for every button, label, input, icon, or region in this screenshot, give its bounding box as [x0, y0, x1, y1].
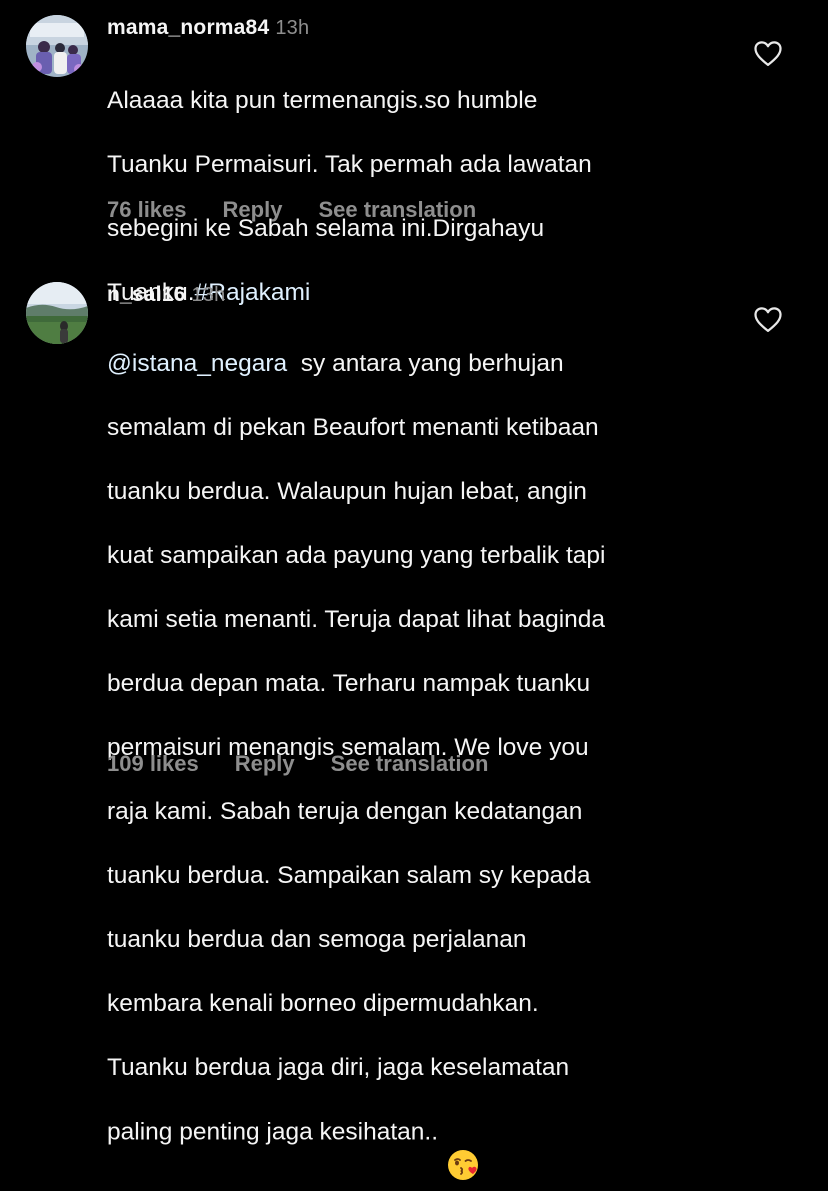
username-text[interactable]: mama_norma84: [107, 16, 269, 39]
mention-link[interactable]: @istana_negara: [107, 350, 287, 377]
comment-line: raja kami. Sabah teruja dengan kedatanga…: [107, 798, 583, 825]
kiss-emoji-icon: [446, 1116, 480, 1180]
comment-line: tuanku berdua. Walaupun hujan lebat, ang…: [107, 478, 587, 505]
comment-username[interactable]: n_sal16 13h: [107, 283, 225, 307]
comment-username[interactable]: mama_norma84 13h: [107, 16, 309, 40]
comment-line: Tuanku Permaisuri. Tak permah ada lawata…: [107, 151, 592, 178]
comment-line-text: sy antara yang berhujan: [287, 350, 564, 377]
comment-line: berdua depan mata. Terharu nampak tuanku: [107, 670, 591, 697]
comment-line: kembara kenali borneo dipermudahkan.: [107, 990, 539, 1017]
avatar[interactable]: [26, 15, 88, 77]
comment-actions: 76 likes Reply See translation: [107, 197, 476, 223]
like-heart-icon[interactable]: [753, 39, 783, 67]
likes-count[interactable]: 109 likes: [107, 751, 199, 777]
comment-line: Alaaaa kita pun termenangis.so humble: [107, 87, 538, 114]
comment-text: @istana_negara sy antara yang berhujan s…: [107, 316, 747, 1182]
see-translation-button[interactable]: See translation: [318, 197, 476, 223]
reply-button[interactable]: Reply: [223, 197, 283, 223]
comment-timestamp: 13h: [275, 17, 310, 39]
reply-button[interactable]: Reply: [235, 751, 295, 777]
comment-timestamp: 13h: [191, 284, 226, 306]
comment-line-text: paling penting jaga kesihatan..: [107, 1118, 439, 1146]
comment-line: kuat sampaikan ada payung yang terbalik …: [107, 542, 606, 569]
comment-line: paling penting jaga kesihatan..: [107, 1116, 747, 1180]
likes-count[interactable]: 76 likes: [107, 197, 187, 223]
comment-line: Tuanku berdua jaga diri, jaga keselamata…: [107, 1054, 570, 1081]
avatar[interactable]: [26, 282, 88, 344]
comment-line: kami setia menanti. Teruja dapat lihat b…: [107, 606, 606, 633]
comment-line: @istana_negara sy antara yang berhujan: [107, 348, 747, 380]
username-text[interactable]: n_sal16: [107, 283, 185, 306]
comment-line: tuanku berdua dan semoga perjalanan: [107, 926, 527, 953]
comment-actions: 109 likes Reply See translation: [107, 751, 488, 777]
see-translation-button[interactable]: See translation: [331, 751, 489, 777]
like-heart-icon[interactable]: [753, 305, 783, 333]
comment-line: tuanku berdua. Sampaikan salam sy kepada: [107, 862, 591, 889]
comment-line: semalam di pekan Beaufort menanti ketiba…: [107, 414, 599, 441]
